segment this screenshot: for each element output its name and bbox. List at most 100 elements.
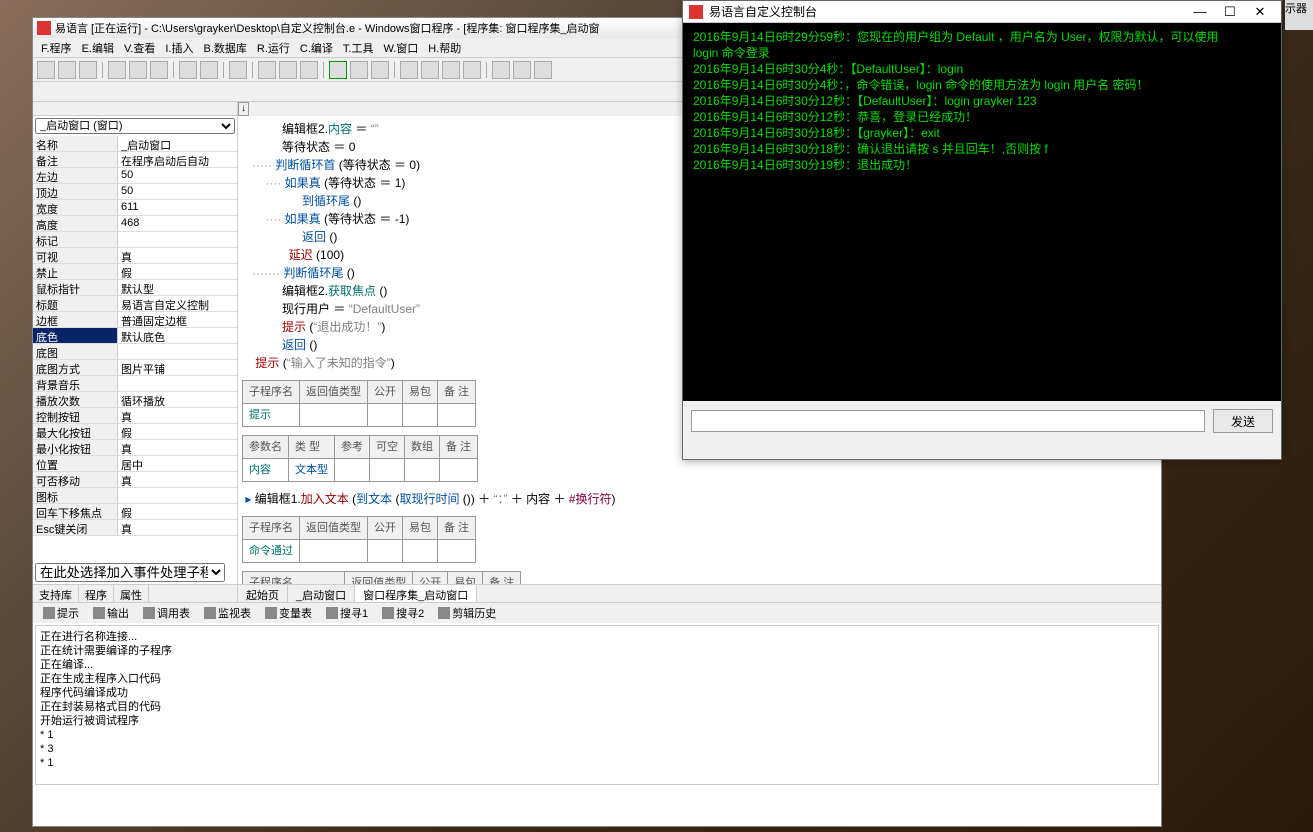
step-into-icon[interactable] xyxy=(421,61,439,79)
run-icon[interactable] xyxy=(329,61,347,79)
send-button[interactable]: 发送 xyxy=(1213,409,1273,433)
event-combo[interactable]: 在此处选择加入事件处理子程序 xyxy=(35,563,225,582)
property-row[interactable]: 高度468 xyxy=(33,216,237,232)
var-icon xyxy=(265,607,277,619)
property-row[interactable]: 可视真 xyxy=(33,248,237,264)
tab-program[interactable]: 程序 xyxy=(79,585,114,602)
tab-properties[interactable]: 属性 xyxy=(114,585,149,602)
open-icon[interactable] xyxy=(58,61,76,79)
close-icon[interactable]: ✕ xyxy=(1245,4,1275,20)
property-row[interactable]: 左边50 xyxy=(33,168,237,184)
copy-icon[interactable] xyxy=(129,61,147,79)
bottom-tab-cliphistory[interactable]: 剪辑历史 xyxy=(432,603,502,623)
code-tabs: 起始页 _启动窗口 窗口程序集_启动窗口 xyxy=(238,584,1161,602)
console-output: 2016年9月14日6时29分59秒：您现在的用户组为 Default ，用户名… xyxy=(683,23,1281,401)
save-icon[interactable] xyxy=(79,61,97,79)
console-titlebar[interactable]: 易语言自定义控制台 — ☐ ✕ xyxy=(683,1,1281,23)
property-row[interactable]: 最小化按钮真 xyxy=(33,440,237,456)
tool-a-icon[interactable] xyxy=(492,61,510,79)
breakpoint-icon[interactable] xyxy=(463,61,481,79)
property-row[interactable]: 可否移动真 xyxy=(33,472,237,488)
property-row[interactable]: 鼠标指针默认型 xyxy=(33,280,237,296)
property-grid[interactable]: 名称_启动窗口备注在程序启动后自动左边50顶边50宽度611高度468标记可视真… xyxy=(33,136,237,561)
menu-insert[interactable]: I.插入 xyxy=(161,38,197,58)
menu-edit[interactable]: E.编辑 xyxy=(78,38,118,58)
tab-main-window[interactable]: _启动窗口 xyxy=(288,585,355,602)
left-tabs: 支持库 程序 属性 xyxy=(33,584,237,602)
property-row[interactable]: 最大化按钮假 xyxy=(33,424,237,440)
tab-support-lib[interactable]: 支持库 xyxy=(33,585,79,602)
bottom-panel: 提示 输出 调用表 监视表 变量表 搜寻1 搜寻2 剪辑历史 正在进行名称连接.… xyxy=(33,602,1161,785)
output-icon xyxy=(93,607,105,619)
bottom-tab-vars[interactable]: 变量表 xyxy=(259,603,318,623)
output-console[interactable]: 正在进行名称连接...正在统计需要编译的子程序正在编译...正在生成主程序入口代… xyxy=(35,625,1159,785)
property-row[interactable]: 底图 xyxy=(33,344,237,360)
left-panel: _启动窗口 (窗口) 名称_启动窗口备注在程序启动后自动左边50顶边50宽度61… xyxy=(33,102,238,602)
window-combo[interactable]: _启动窗口 (窗口) xyxy=(35,118,235,134)
menu-run[interactable]: R.运行 xyxy=(253,38,294,58)
layout2-icon[interactable] xyxy=(279,61,297,79)
bottom-tab-search1[interactable]: 搜寻1 xyxy=(320,603,374,623)
property-row[interactable]: 控制按钮真 xyxy=(33,408,237,424)
tool-c-icon[interactable] xyxy=(534,61,552,79)
console-input[interactable] xyxy=(691,410,1205,432)
property-row[interactable]: Esc键关闭真 xyxy=(33,520,237,536)
menu-tools[interactable]: T.工具 xyxy=(339,38,378,58)
search-icon xyxy=(326,607,338,619)
property-row[interactable]: 位置居中 xyxy=(33,456,237,472)
bottom-tab-search2[interactable]: 搜寻2 xyxy=(376,603,430,623)
property-row[interactable]: 边框普通固定边框 xyxy=(33,312,237,328)
tab-code-set[interactable]: 窗口程序集_启动窗口 xyxy=(355,585,477,602)
property-row[interactable]: 顶边50 xyxy=(33,184,237,200)
property-row[interactable]: 标记 xyxy=(33,232,237,248)
bottom-tab-output[interactable]: 输出 xyxy=(87,603,135,623)
property-row[interactable]: 播放次数循环播放 xyxy=(33,392,237,408)
menu-window[interactable]: W.窗口 xyxy=(379,38,422,58)
info-icon xyxy=(43,607,55,619)
tab-start-page[interactable]: 起始页 xyxy=(238,585,288,602)
right-fragment: 示器 xyxy=(1285,0,1313,30)
find-icon[interactable] xyxy=(229,61,247,79)
property-row[interactable]: 底图方式图片平铺 xyxy=(33,360,237,376)
console-input-row: 发送 xyxy=(683,401,1281,441)
property-row[interactable]: 底色默认底色 xyxy=(33,328,237,344)
property-row[interactable]: 名称_启动窗口 xyxy=(33,136,237,152)
undo-icon[interactable] xyxy=(179,61,197,79)
step-out-icon[interactable] xyxy=(442,61,460,79)
layout1-icon[interactable] xyxy=(258,61,276,79)
property-row[interactable]: 标题易语言自定义控制 xyxy=(33,296,237,312)
bottom-tabs: 提示 输出 调用表 监视表 变量表 搜寻1 搜寻2 剪辑历史 xyxy=(33,603,1161,623)
ide-title: 易语言 [正在运行] - C:\Users\grayker\Desktop\自定… xyxy=(55,20,600,36)
redo-icon[interactable] xyxy=(200,61,218,79)
property-row[interactable]: 备注在程序启动后自动 xyxy=(33,152,237,168)
menu-file[interactable]: F.程序 xyxy=(37,38,76,58)
property-row[interactable]: 图标 xyxy=(33,488,237,504)
watch-icon xyxy=(204,607,216,619)
maximize-icon[interactable]: ☐ xyxy=(1215,4,1245,20)
cut-icon[interactable] xyxy=(108,61,126,79)
subroutine-table-1: 子程序名返回值类型公开易包备 注 提示 xyxy=(242,380,476,427)
bottom-tab-calltable[interactable]: 调用表 xyxy=(137,603,196,623)
menu-db[interactable]: B.数据库 xyxy=(199,38,250,58)
stop-icon[interactable] xyxy=(371,61,389,79)
new-icon[interactable] xyxy=(37,61,55,79)
search-icon xyxy=(382,607,394,619)
table-icon xyxy=(143,607,155,619)
property-row[interactable]: 背景音乐 xyxy=(33,376,237,392)
paste-icon[interactable] xyxy=(150,61,168,79)
layout3-icon[interactable] xyxy=(300,61,318,79)
property-row[interactable]: 禁止假 xyxy=(33,264,237,280)
param-table-1: 参数名类 型参考可空数组备 注 内容文本型 xyxy=(242,435,478,482)
tool-b-icon[interactable] xyxy=(513,61,531,79)
property-row[interactable]: 回车下移焦点假 xyxy=(33,504,237,520)
step-over-icon[interactable] xyxy=(400,61,418,79)
menu-help[interactable]: H.帮助 xyxy=(424,38,465,58)
property-row[interactable]: 宽度611 xyxy=(33,200,237,216)
minimize-icon[interactable]: — xyxy=(1185,4,1215,19)
bottom-tab-tips[interactable]: 提示 xyxy=(37,603,85,623)
bottom-tab-watch[interactable]: 监视表 xyxy=(198,603,257,623)
pause-icon[interactable] xyxy=(350,61,368,79)
menu-view[interactable]: V.查看 xyxy=(120,38,159,58)
console-title: 易语言自定义控制台 xyxy=(709,3,817,20)
menu-compile[interactable]: C.编译 xyxy=(296,38,337,58)
